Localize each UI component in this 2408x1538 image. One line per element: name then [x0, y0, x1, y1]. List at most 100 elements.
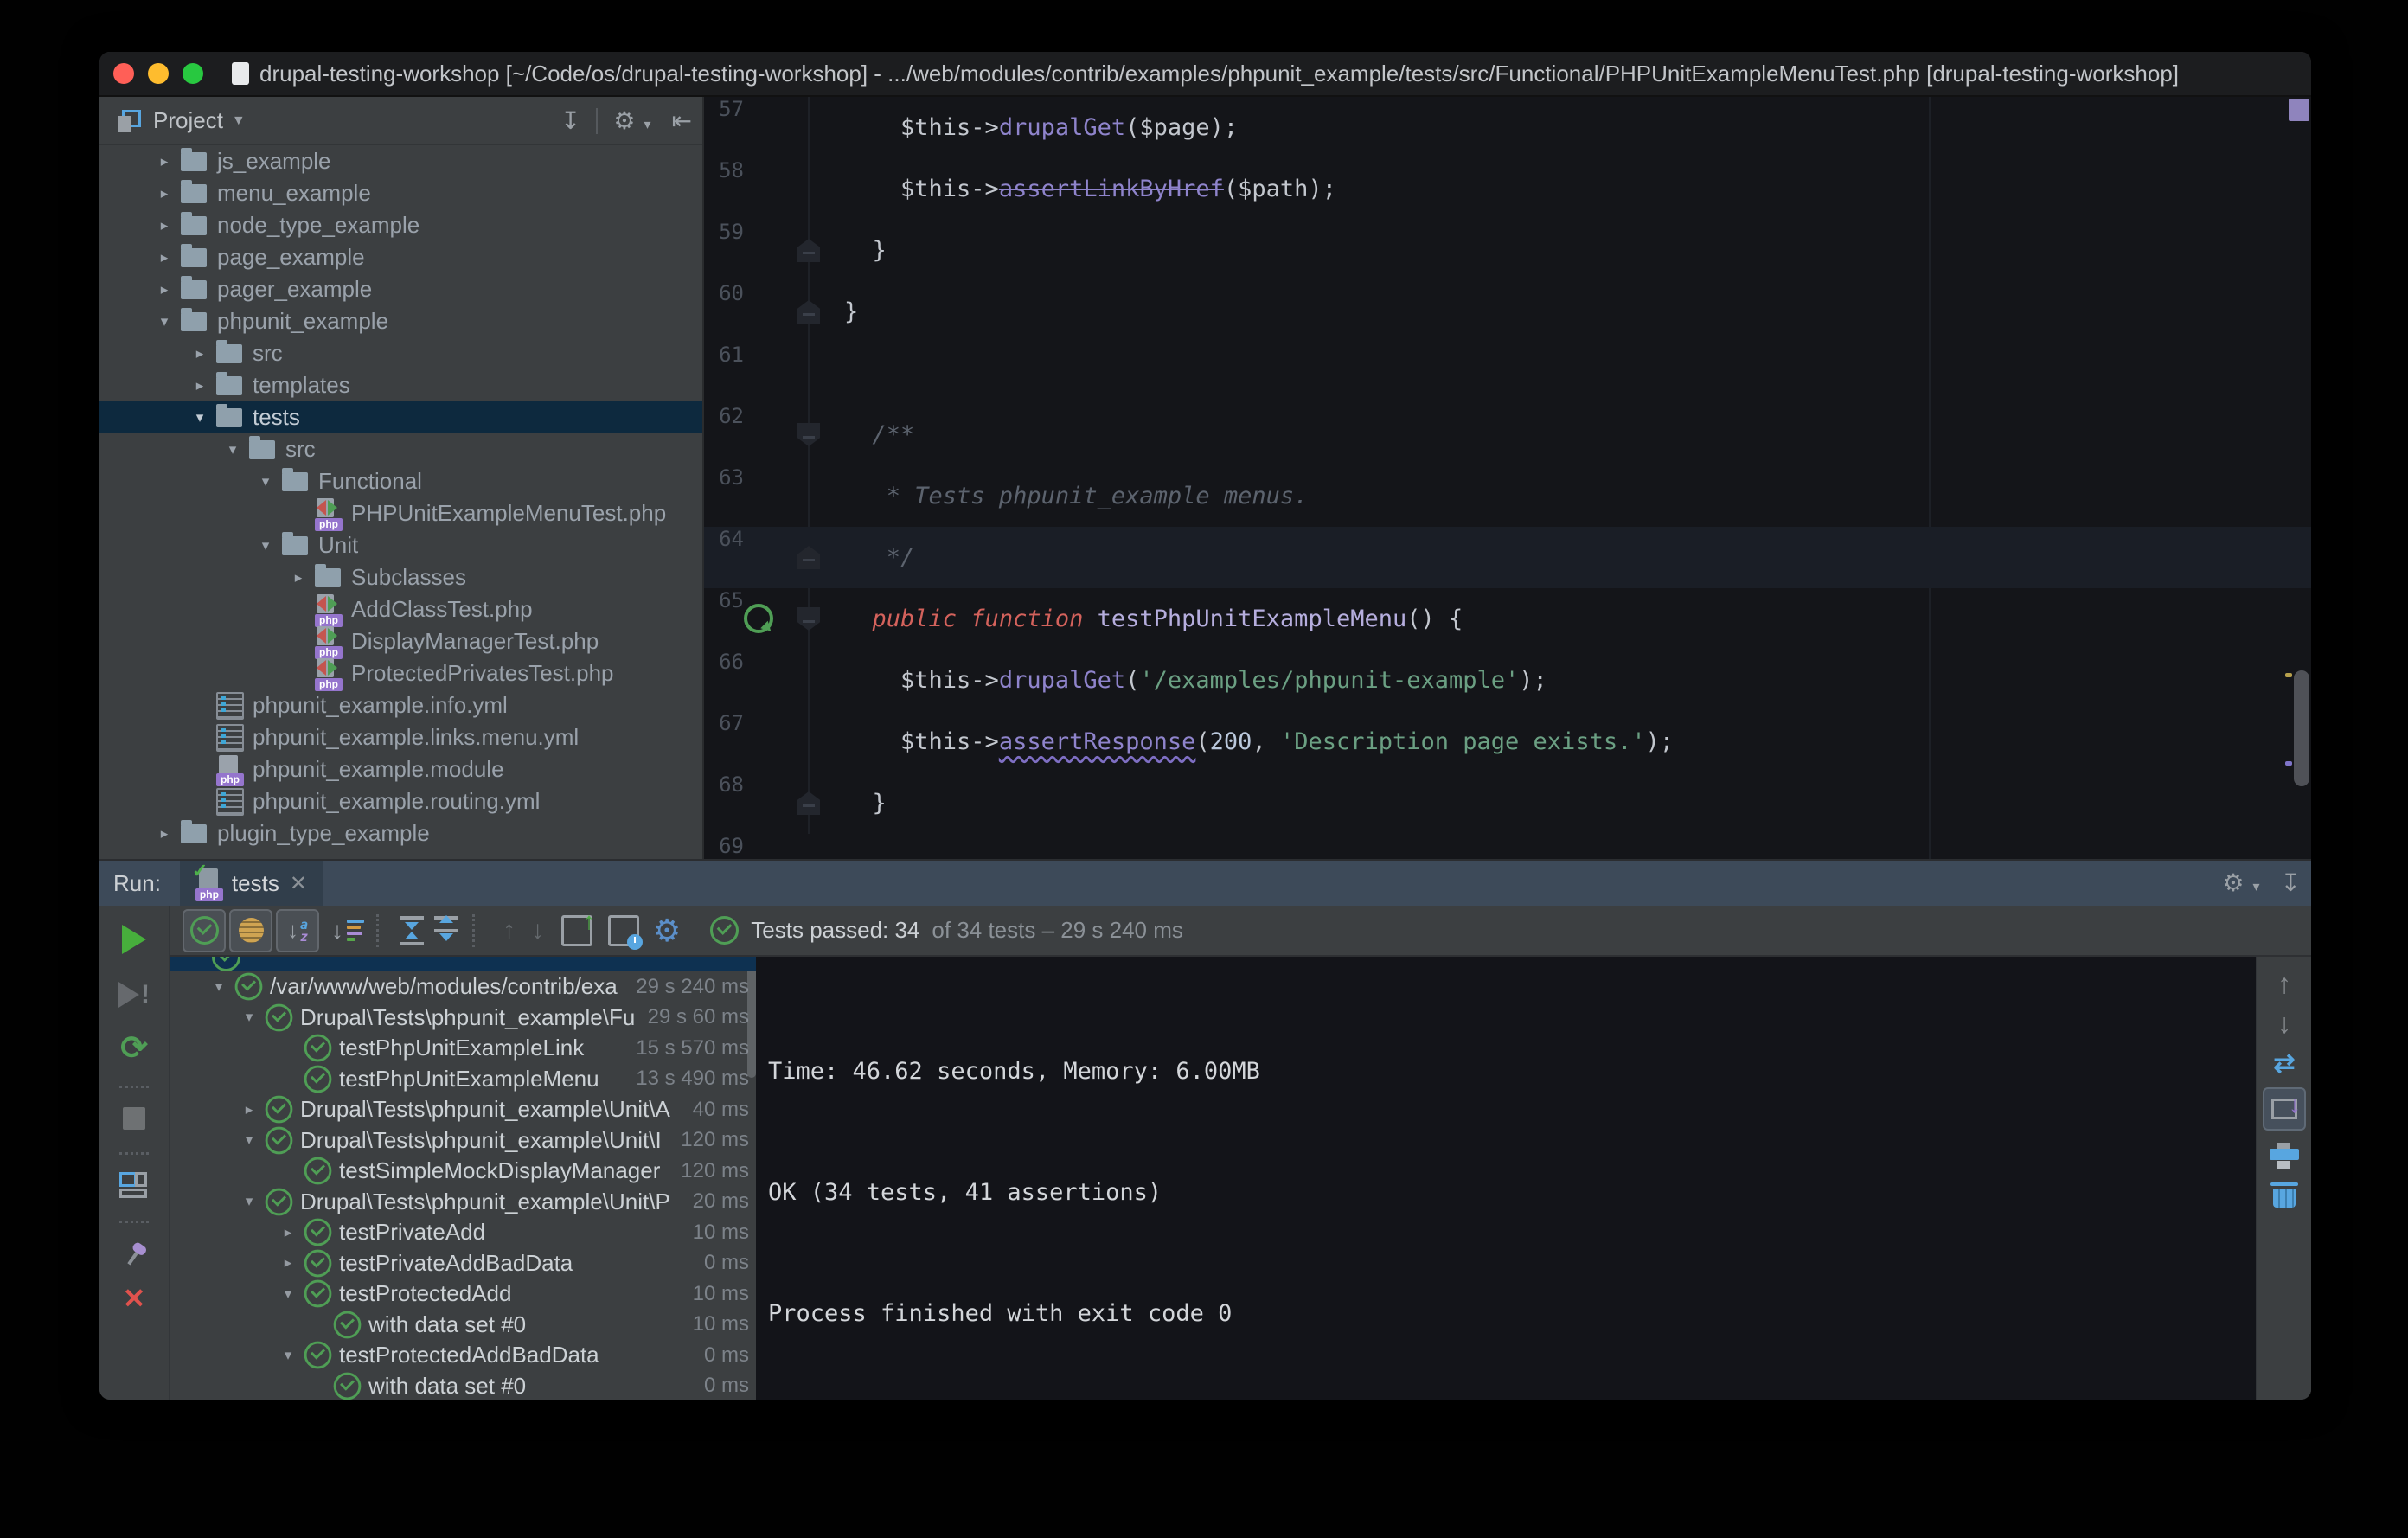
project-tree-item-src[interactable]: ▸ src [99, 337, 702, 369]
close-window-button[interactable] [113, 63, 134, 84]
scroll-to-end-toggle[interactable]: ↓ [2263, 1087, 2306, 1131]
title-bar[interactable]: drupal-testing-workshop [~/Code/os/drupa… [99, 52, 2311, 97]
test-tree-item[interactable]: with data set #0 0 ms [170, 1371, 756, 1400]
test-tree-item[interactable]: ▾ Drupal\Tests\phpunit_example\Unit\I 120 … [170, 1125, 756, 1157]
fold-marker-icon[interactable] [797, 546, 820, 569]
tree-scrollbar[interactable] [747, 957, 756, 1078]
show-ignored-toggle[interactable] [229, 908, 272, 952]
settings-gear-icon[interactable]: ⚙ [653, 913, 681, 949]
scroll-up-icon[interactable]: ↑ [2277, 970, 2291, 997]
project-panel-title[interactable]: Project [153, 107, 223, 134]
clear-console-icon[interactable] [2270, 1182, 2298, 1208]
zoom-window-button[interactable] [183, 63, 203, 84]
collapse-all-icon[interactable] [432, 914, 460, 945]
minimize-window-button[interactable] [148, 63, 169, 84]
fold-marker-icon[interactable] [797, 300, 820, 324]
chevron-right-icon[interactable]: ▸ [183, 345, 216, 362]
project-tree-item-Unit[interactable]: ▾ Unit [99, 529, 702, 561]
chevron-down-icon[interactable]: ▾ [148, 313, 181, 330]
code-line-61[interactable]: 61 [704, 343, 2311, 404]
project-tree-item-PHPUnitExampleMenuTest.php[interactable]: php PHPUnitExampleMenuTest.php [99, 497, 702, 531]
editor-scrollbar[interactable] [2294, 670, 2309, 786]
project-tree-item-menu_example[interactable]: ▸ menu_example [99, 177, 702, 209]
project-tree-item-DisplayManagerTest.php[interactable]: php DisplayManagerTest.php [99, 625, 702, 659]
chevron-down-icon[interactable]: ▾ [249, 473, 282, 490]
code-line-67[interactable]: 67 $this->assertResponse(200, 'Descripti… [704, 711, 2311, 772]
restore-layout-icon[interactable] [119, 1172, 149, 1198]
soft-wrap-icon[interactable]: ⇄ [2273, 1048, 2295, 1079]
export-test-results-icon[interactable] [561, 907, 595, 946]
project-tree-item-page_example[interactable]: ▸ page_example [99, 241, 702, 273]
settings-gear-icon[interactable]: ⚙ ▾ [613, 108, 650, 133]
stop-icon[interactable] [123, 1107, 145, 1130]
close-tab-icon[interactable]: ✕ [290, 871, 307, 896]
fold-marker-icon[interactable] [797, 423, 820, 446]
project-tree-item-AddClassTest.php[interactable]: php AddClassTest.php [99, 593, 702, 627]
chevron-down-icon[interactable]: ▼ [232, 113, 246, 129]
code-line-64[interactable]: 64 */ [704, 527, 2311, 588]
fold-marker-icon[interactable] [797, 607, 820, 631]
code-line-66[interactable]: 66 $this->drupalGet('/examples/phpunit-e… [704, 650, 2311, 711]
code-line-63[interactable]: 63 * Tests phpunit_example menus. [704, 465, 2311, 527]
rerun-failed-icon[interactable]: ! [118, 980, 150, 1009]
print-icon[interactable] [2270, 1143, 2299, 1169]
test-tree-item[interactable]: testSimpleMockDisplayManager 120 ms [170, 1156, 756, 1187]
chevron-right-icon[interactable]: ▸ [234, 1101, 265, 1118]
pin-icon[interactable] [116, 1237, 152, 1273]
project-tree-item-tests[interactable]: ▾ tests [99, 401, 702, 433]
chevron-right-icon[interactable]: ▸ [148, 153, 181, 170]
code-line-59[interactable]: 59 } [704, 220, 2311, 281]
settings-gear-icon[interactable]: ⚙ ▾ [2222, 871, 2259, 895]
project-tree-item-phpunit_example.info.yml[interactable]: phpunit_example.info.yml [99, 689, 702, 721]
code-line-62[interactable]: 62 /** [704, 404, 2311, 465]
run-tab-tests[interactable]: ✓ php tests ✕ [179, 860, 323, 906]
test-tree-item[interactable]: ▾ /var/www/web/modules/contrib/exa 29 s 24… [170, 971, 756, 1003]
fold-marker-icon[interactable] [797, 791, 820, 815]
hide-panel-icon[interactable]: ↧ [2281, 871, 2301, 895]
code-line-58[interactable]: 58 $this->assertLinkByHref($path); [704, 158, 2311, 220]
project-tree-item-Functional[interactable]: ▾ Functional [99, 465, 702, 497]
test-tree-item[interactable]: testPhpUnitExampleLink 15 s 570 ms [170, 1033, 756, 1064]
show-passed-toggle[interactable] [183, 908, 226, 952]
inspection-indicator[interactable] [2289, 99, 2309, 121]
code-line-65[interactable]: 65 public function testPhpUnitExampleMen… [704, 588, 2311, 650]
chevron-right-icon[interactable]: ▸ [148, 825, 181, 843]
chevron-down-icon[interactable]: ▾ [234, 1193, 265, 1210]
chevron-down-icon[interactable]: ▾ [272, 1285, 304, 1303]
run-test-gutter-icon[interactable] [744, 604, 773, 633]
toggle-auto-test-icon[interactable]: ⟳ [120, 1032, 148, 1065]
test-tree-item[interactable]: ▸ testPrivateAdd 10 ms [170, 1217, 756, 1248]
test-tree-item[interactable]: ▸ Drupal\Tests\phpunit_example\Unit\A 40 m… [170, 1094, 756, 1125]
console-output[interactable]: Time: 46.62 seconds, Memory: 6.00MB OK (… [756, 957, 2256, 1400]
chevron-down-icon[interactable]: ▾ [249, 537, 282, 554]
project-tree-item-phpunit_example.links.menu.yml[interactable]: phpunit_example.links.menu.yml [99, 721, 702, 753]
test-tree-item[interactable]: ▾ Drupal\Tests\phpunit_example\Unit\P 20 m… [170, 1187, 756, 1218]
sort-alphabetically-toggle[interactable]: ↓ a z [276, 908, 319, 952]
test-tree-item[interactable]: ▾ testProtectedAdd 10 ms [170, 1278, 756, 1310]
test-tree-item[interactable]: with data set #0 10 ms [170, 1310, 756, 1341]
chevron-down-icon[interactable]: ▾ [234, 1131, 265, 1149]
project-tree-item-ProtectedPrivatesTest.php[interactable]: php ProtectedPrivatesTest.php [99, 657, 702, 691]
project-tree-item-phpunit_example.module[interactable]: php phpunit_example.module [99, 753, 702, 786]
rerun-icon[interactable] [122, 925, 146, 954]
test-tree-item[interactable]: ▾ Drupal\Tests\phpunit_example\Fu 29 s 60 … [170, 1003, 756, 1034]
sort-by-suite-icon[interactable]: ↓ [331, 917, 364, 945]
project-tree-item-pager_example[interactable]: ▸ pager_example [99, 273, 702, 305]
chevron-down-icon[interactable]: ▾ [203, 978, 234, 996]
chevron-right-icon[interactable]: ▸ [272, 1254, 304, 1272]
chevron-down-icon[interactable]: ▾ [272, 1347, 304, 1364]
scroll-from-source-icon[interactable]: ↧ [560, 108, 580, 133]
code-line-57[interactable]: 57 $this->drupalGet($page); [704, 97, 2311, 158]
expand-all-icon[interactable] [398, 915, 426, 945]
project-tree-item-js_example[interactable]: ▸ js_example [99, 145, 702, 177]
chevron-right-icon[interactable]: ▸ [282, 569, 315, 586]
project-tree-item-Subclasses[interactable]: ▸ Subclasses [99, 561, 702, 593]
chevron-right-icon[interactable]: ▸ [272, 1224, 304, 1241]
code-editor[interactable]: 57 $this->drupalGet($page); 58 $this->ass… [704, 97, 2311, 861]
project-tree-item-phpunit_example[interactable]: ▾ phpunit_example [99, 305, 702, 337]
test-tree-selected-row-clipped[interactable] [170, 957, 756, 971]
test-tree-item[interactable]: ▾ testProtectedAddBadData 0 ms [170, 1340, 756, 1371]
chevron-right-icon[interactable]: ▸ [148, 217, 181, 234]
project-tree-item-phpunit_example.routing.yml[interactable]: phpunit_example.routing.yml [99, 785, 702, 817]
project-tree-item-plugin_type_example[interactable]: ▸ plugin_type_example [99, 817, 702, 849]
